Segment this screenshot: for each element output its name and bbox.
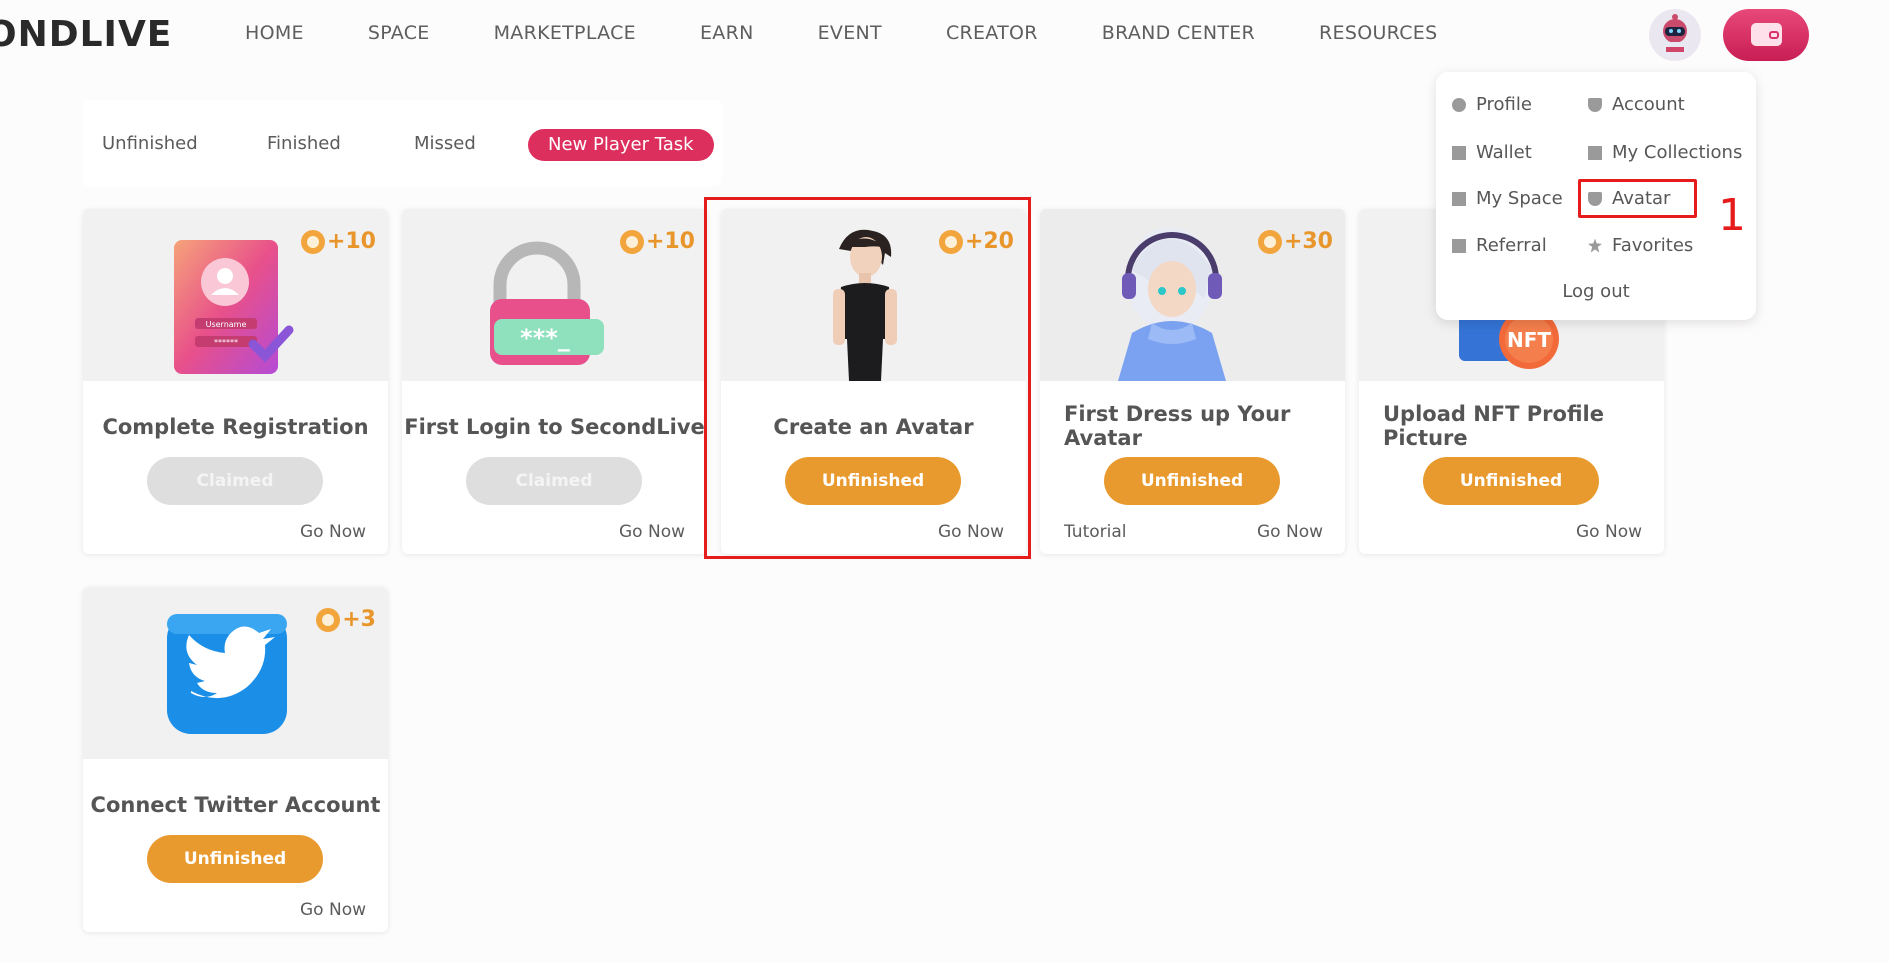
- unfinished-button[interactable]: Unfinished: [1423, 457, 1599, 505]
- menu-item-account[interactable]: Account: [1588, 94, 1685, 115]
- claimed-button[interactable]: Claimed: [466, 457, 642, 505]
- task-card-first-login: ***_ +10 First Login to SecondLive Claim…: [402, 209, 707, 554]
- ticket-icon: [1452, 238, 1466, 253]
- reward-badge: +10: [300, 229, 376, 254]
- task-card-dress-up: +30 First Dress up Your Avatar Unfinishe…: [1040, 209, 1345, 554]
- tab-missed[interactable]: Missed: [414, 133, 476, 154]
- menu-item-referral[interactable]: Referral: [1452, 235, 1547, 256]
- robot-avatar-icon: [1662, 14, 1688, 56]
- unfinished-button[interactable]: Unfinished: [147, 835, 323, 883]
- user-avatar-button[interactable]: [1649, 9, 1701, 61]
- wallet-icon: [1452, 145, 1466, 160]
- tutorial-link[interactable]: Tutorial: [1064, 522, 1127, 542]
- wallet-icon: [1751, 23, 1782, 46]
- highlight-box-create-avatar: [704, 197, 1031, 559]
- nav-event[interactable]: EVENT: [818, 22, 882, 44]
- card-title: Upload NFT Profile Picture: [1383, 402, 1604, 450]
- card-image: ***_ +10: [402, 209, 707, 381]
- reward-badge: +30: [1257, 229, 1333, 254]
- step-number-label: 1: [1718, 190, 1746, 241]
- svg-text:NFT: NFT: [1507, 328, 1551, 352]
- card-title: First Dress up Your Avatar: [1064, 402, 1291, 450]
- card-title: Complete Registration: [102, 415, 369, 439]
- menu-item-logout[interactable]: Log out: [1436, 281, 1756, 302]
- nav-resources[interactable]: RESOURCES: [1319, 22, 1437, 44]
- main-nav: HOME SPACE MARKETPLACE EARN EVENT CREATO…: [245, 22, 1501, 44]
- go-now-link[interactable]: Go Now: [1576, 522, 1642, 542]
- profile-icon: [1452, 97, 1466, 112]
- nav-creator[interactable]: CREATOR: [946, 22, 1038, 44]
- coin-icon: [619, 229, 644, 254]
- nav-space[interactable]: SPACE: [368, 22, 430, 44]
- menu-item-my-space[interactable]: My Space: [1452, 188, 1563, 209]
- go-now-link[interactable]: Go Now: [619, 522, 685, 542]
- menu-item-my-collections[interactable]: My Collections: [1588, 142, 1742, 163]
- unfinished-button[interactable]: Unfinished: [1104, 457, 1280, 505]
- nav-brand-center[interactable]: BRAND CENTER: [1102, 22, 1255, 44]
- card-image: Username ****** +10: [83, 209, 388, 381]
- task-tabs: Unfinished Finished Missed New Player Ta…: [82, 100, 722, 186]
- tab-finished[interactable]: Finished: [267, 133, 341, 154]
- card-image: +30: [1040, 209, 1345, 381]
- nav-marketplace[interactable]: MARKETPLACE: [494, 22, 636, 44]
- coin-icon: [300, 229, 325, 254]
- tab-unfinished[interactable]: Unfinished: [102, 133, 198, 154]
- go-now-link[interactable]: Go Now: [300, 900, 366, 920]
- brand-logo[interactable]: ONDLIVE: [0, 14, 172, 55]
- coin-icon: [1257, 229, 1282, 254]
- menu-item-favorites[interactable]: Favorites: [1588, 235, 1693, 256]
- cube-icon: [1452, 191, 1466, 206]
- star-icon: [1588, 238, 1602, 253]
- tab-new-player-task[interactable]: New Player Task: [528, 129, 714, 161]
- reward-badge: +10: [619, 229, 695, 254]
- go-now-link[interactable]: Go Now: [300, 522, 366, 542]
- task-card-registration: Username ****** +10 Complete Registratio…: [83, 209, 388, 554]
- nav-earn[interactable]: EARN: [700, 22, 754, 44]
- briefcase-icon: [1588, 145, 1602, 160]
- card-title: Connect Twitter Account: [90, 793, 381, 817]
- go-now-link[interactable]: Go Now: [1257, 522, 1323, 542]
- menu-item-wallet[interactable]: Wallet: [1452, 142, 1532, 163]
- shield-icon: [1588, 97, 1602, 112]
- reward-badge: +3: [316, 607, 376, 632]
- highlight-box-avatar-menu: [1578, 179, 1697, 218]
- card-title: First Login to SecondLive: [404, 415, 705, 439]
- top-header: ONDLIVE HOME SPACE MARKETPLACE EARN EVEN…: [0, 0, 1889, 70]
- task-card-twitter: +3 Connect Twitter Account Unfinished Go…: [83, 587, 388, 932]
- card-image: +3: [83, 587, 388, 759]
- svg-text:******: ******: [214, 338, 238, 347]
- wallet-button[interactable]: [1723, 9, 1809, 61]
- svg-text:Username: Username: [206, 320, 247, 329]
- svg-text:***_: ***_: [520, 324, 570, 352]
- coin-icon: [316, 607, 341, 632]
- claimed-button[interactable]: Claimed: [147, 457, 323, 505]
- nav-home[interactable]: HOME: [245, 22, 304, 44]
- menu-item-profile[interactable]: Profile: [1452, 94, 1532, 115]
